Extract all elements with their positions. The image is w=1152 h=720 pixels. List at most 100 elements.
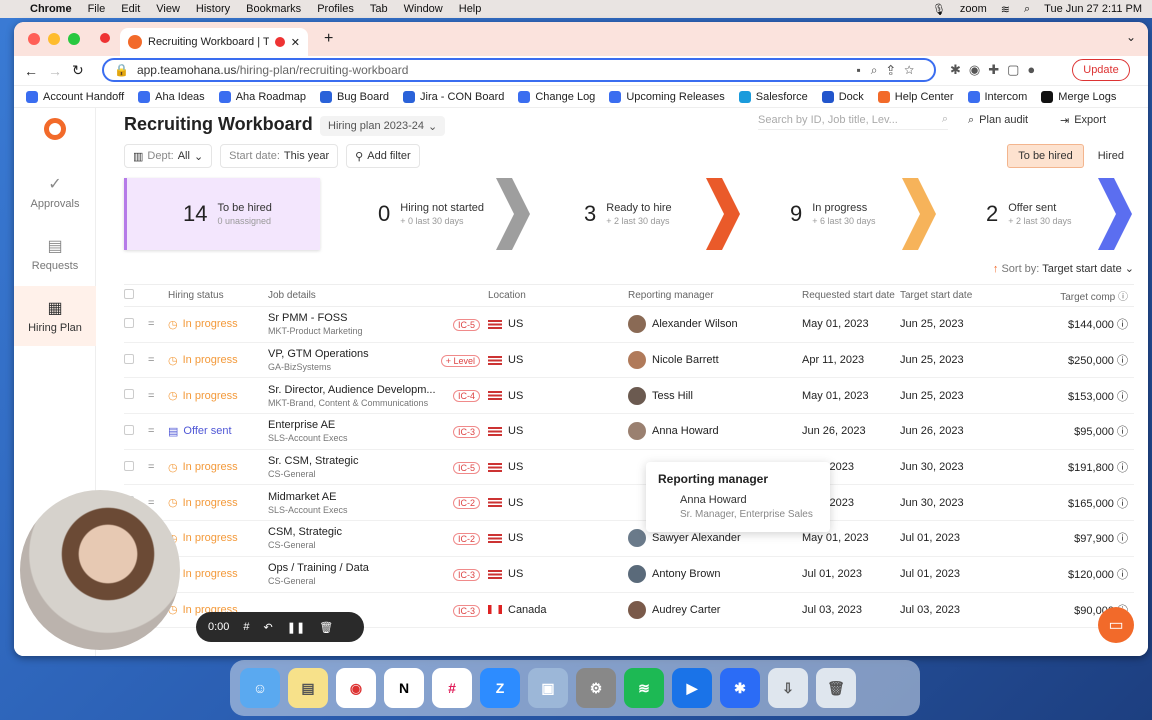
bookmark-salesforce[interactable]: Salesforce bbox=[738, 90, 808, 103]
col-requested-start-date[interactable]: Requested start date bbox=[802, 284, 900, 307]
level-badge[interactable]: IC-3 bbox=[452, 604, 480, 617]
job-details-cell[interactable]: Midmarket AE SLS-Account Execs IC-2 bbox=[268, 484, 488, 522]
job-details-cell[interactable]: Sr. Director, Audience Developm... MKT-B… bbox=[268, 377, 488, 415]
mic-icon[interactable]: 🎙 bbox=[932, 3, 946, 16]
bookmark-bug-board[interactable]: Bug Board bbox=[320, 90, 389, 103]
notes-icon[interactable]: ▤ bbox=[288, 668, 328, 708]
dept-filter[interactable]: ▥ Dept: All ⌄ bbox=[124, 144, 213, 168]
zoom-icon[interactable]: Z bbox=[480, 668, 520, 708]
table-row[interactable]: = ◷In progress CSM, Strategic CS-General… bbox=[124, 520, 1134, 557]
col-job-details[interactable]: Job details bbox=[268, 284, 488, 307]
stage-in-progress[interactable]: 9 In progress + 6 last 30 days bbox=[750, 178, 910, 250]
job-details-cell[interactable]: VP, GTM Operations GA-BizSystems + Level bbox=[268, 342, 488, 379]
reporting-manager-cell[interactable]: Audrey Carter bbox=[628, 592, 802, 629]
reporting-manager-cell[interactable]: Nicole Barrett bbox=[628, 342, 802, 379]
loom-icon[interactable]: ✱ bbox=[720, 668, 760, 708]
hiring-status-cell[interactable]: ▤ Offer sent bbox=[168, 413, 268, 450]
back-icon[interactable]: ← bbox=[24, 63, 38, 79]
bookmark-aha-roadmap[interactable]: Aha Roadmap bbox=[218, 90, 306, 103]
update-button[interactable]: Update bbox=[1072, 59, 1130, 81]
menu-file[interactable]: File bbox=[80, 3, 114, 15]
menu-bookmarks[interactable]: Bookmarks bbox=[238, 3, 309, 15]
table-row[interactable]: = ◷ In progress Sr. CSM, Strategic CS-Gen… bbox=[124, 449, 1134, 486]
info-icon[interactable]: ⓘ bbox=[1117, 533, 1128, 545]
reporting-manager-cell[interactable]: Antony Brown bbox=[628, 556, 802, 593]
table-row[interactable]: = ◷ In progress Sr. Director, Audience De… bbox=[124, 377, 1134, 415]
stage-ready-to-hire[interactable]: 3 Ready to hire + 2 last 30 days bbox=[544, 178, 704, 250]
notion-icon[interactable]: N bbox=[384, 668, 424, 708]
address-bar-actions[interactable]: ▪⌕⇪☆ bbox=[856, 63, 924, 78]
start-date-filter[interactable]: Start date: This year bbox=[220, 144, 339, 168]
menu-view[interactable]: View bbox=[148, 3, 188, 15]
bookmark-jira-con-board[interactable]: Jira - CON Board bbox=[403, 90, 504, 103]
stage-offer-sent[interactable]: 2 Offer sent + 2 last 30 days bbox=[946, 178, 1106, 250]
search-icon[interactable]: ⌕ bbox=[1024, 3, 1030, 16]
video-app-icon[interactable]: ▶ bbox=[672, 668, 712, 708]
sidebar-item-hiring-plan[interactable]: ▦ Hiring Plan bbox=[14, 286, 96, 346]
preview-icon[interactable]: ▣ bbox=[528, 668, 568, 708]
select-all-header[interactable] bbox=[124, 284, 148, 307]
address-bar[interactable]: 🔒 app.teamohana.us/hiring-plan/recruitin… bbox=[102, 58, 936, 82]
pause-icon[interactable]: ❚❚ bbox=[287, 621, 305, 634]
add-filter-button[interactable]: ⚲ Add filter bbox=[346, 144, 420, 168]
table-row[interactable]: = ◷In progress Ops / Training / Data CS-… bbox=[124, 556, 1134, 593]
row-select[interactable] bbox=[124, 413, 148, 450]
table-row[interactable]: = ◷ In progress Midmarket AE SLS-Account … bbox=[124, 484, 1134, 522]
info-icon[interactable]: ⓘ bbox=[1117, 569, 1128, 581]
job-details-cell[interactable]: Ops / Training / Data CS-General IC-3 bbox=[268, 556, 488, 593]
reporting-manager-cell[interactable]: Anna Howard bbox=[628, 413, 802, 450]
sidebar-item-requests[interactable]: ▤ Requests bbox=[14, 236, 96, 272]
extension-icons[interactable]: ✱◉✚▢● bbox=[950, 62, 1043, 78]
menu-window[interactable]: Window bbox=[396, 3, 451, 15]
row-select[interactable] bbox=[124, 342, 148, 379]
row-select[interactable] bbox=[124, 449, 148, 486]
menu-tab[interactable]: Tab bbox=[362, 3, 396, 15]
job-details-cell[interactable]: Sr PMM - FOSS MKT-Product Marketing IC-5 bbox=[268, 306, 488, 343]
job-details-cell[interactable]: Enterprise AE SLS-Account Execs IC-3 bbox=[268, 413, 488, 450]
level-badge[interactable]: IC-3 bbox=[452, 568, 480, 581]
menu-history[interactable]: History bbox=[188, 3, 238, 15]
table-row[interactable]: = ◷ In progress VP, GTM Operations GA-Biz… bbox=[124, 342, 1134, 379]
bookmark-dock[interactable]: Dock bbox=[821, 90, 864, 103]
info-icon[interactable]: ⓘ bbox=[1117, 462, 1128, 474]
ohana-logo[interactable] bbox=[44, 118, 66, 140]
info-icon[interactable]: ⓘ bbox=[1117, 426, 1128, 438]
col-target-comp[interactable]: Target comp ⓘ bbox=[1020, 284, 1134, 307]
export-button[interactable]: ⇥ Export bbox=[1060, 110, 1106, 130]
hiring-plan-selector[interactable]: Hiring plan 2023-24 ⌄ bbox=[320, 116, 446, 136]
menubar-clock[interactable]: Tue Jun 27 2:11 PM bbox=[1044, 3, 1142, 15]
hiring-status-cell[interactable]: ◷In progress bbox=[168, 306, 268, 343]
new-tab-icon[interactable]: + bbox=[324, 30, 333, 48]
reload-icon[interactable]: ↻ bbox=[72, 62, 84, 79]
chat-launcher-icon[interactable]: ▭ bbox=[1098, 607, 1134, 643]
hiring-status-cell[interactable]: ◷In progress bbox=[168, 520, 268, 557]
hiring-status-cell[interactable]: ◷In progress bbox=[168, 556, 268, 593]
job-details-cell[interactable]: CSM, Strategic CS-General IC-2 bbox=[268, 520, 488, 557]
bookmark-aha-ideas[interactable]: Aha Ideas bbox=[138, 90, 205, 103]
col-target-start-date[interactable]: Target start date bbox=[900, 284, 1020, 307]
row-select[interactable] bbox=[124, 377, 148, 415]
row-checkbox[interactable] bbox=[124, 353, 134, 364]
toggle-hired[interactable]: Hired bbox=[1088, 144, 1134, 168]
minimize-window-button[interactable] bbox=[48, 33, 60, 45]
sidebar-item-approvals[interactable]: ✓ Approvals bbox=[14, 174, 96, 210]
stage-hiring-not-started[interactable]: 0 Hiring not started + 0 last 30 days bbox=[350, 178, 510, 250]
slack-icon[interactable]: # bbox=[432, 668, 472, 708]
bookmark-upcoming-releases[interactable]: Upcoming Releases bbox=[609, 90, 725, 103]
hiring-status-cell[interactable]: ◷In progress bbox=[168, 377, 268, 415]
sort-control[interactable]: ↑ Sort by: Target start date ⌄ bbox=[993, 262, 1134, 275]
bookmark-intercom[interactable]: Intercom bbox=[967, 90, 1027, 103]
bookmark-help-center[interactable]: Help Center bbox=[877, 90, 954, 103]
info-icon[interactable]: ⓘ bbox=[1117, 319, 1128, 331]
grid-icon[interactable]: # bbox=[243, 621, 249, 633]
level-badge[interactable]: + Level bbox=[440, 354, 480, 367]
search-input[interactable]: Search by ID, Job title, Lev... ⌕ bbox=[758, 110, 948, 130]
chrome-icon[interactable]: ◉ bbox=[336, 668, 376, 708]
bookmark-change-log[interactable]: Change Log bbox=[518, 90, 595, 103]
select-all-checkbox[interactable] bbox=[124, 289, 134, 299]
hiring-status-cell[interactable]: ◷In progress bbox=[168, 449, 268, 486]
col-location[interactable]: Location bbox=[488, 284, 628, 307]
row-checkbox[interactable] bbox=[124, 317, 134, 328]
close-window-button[interactable] bbox=[28, 33, 40, 45]
menu-profiles[interactable]: Profiles bbox=[309, 3, 362, 15]
